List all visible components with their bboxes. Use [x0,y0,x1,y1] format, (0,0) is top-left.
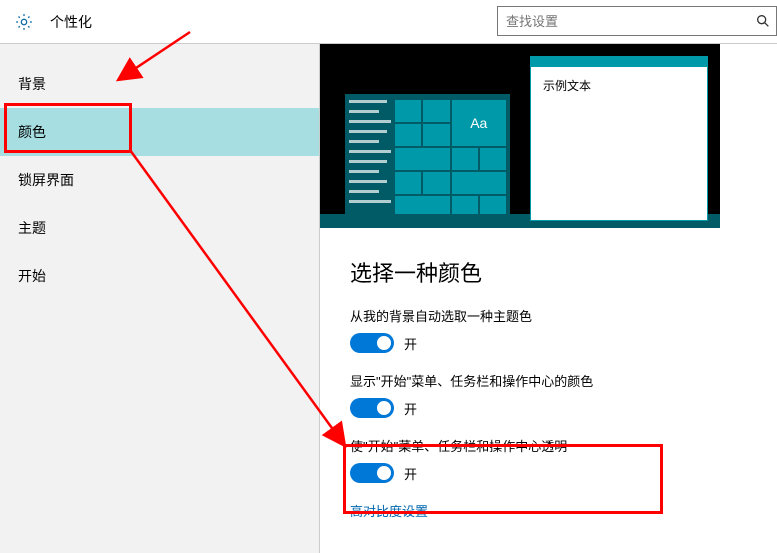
sidebar-item-lockscreen[interactable]: 锁屏界面 [0,156,319,204]
section-heading: 选择一种颜色 [350,256,777,288]
option-label: 从我的背景自动选取一种主题色 [350,306,777,325]
search-box[interactable] [497,6,777,36]
option-show-color: 显示"开始"菜单、任务栏和操作中心的颜色 开 [350,371,777,418]
toggle-state: 开 [404,399,417,418]
main-panel: Aa 示例文本 选择一种颜色 从我的背景自动选取一种主题色 开 [320,44,777,553]
sidebar-item-start[interactable]: 开始 [0,252,319,300]
preview-start-panel: Aa [345,94,510,228]
option-label: 使"开始"菜单、任务栏和操作中心透明 [350,436,777,455]
toggle-transparency[interactable] [350,463,394,483]
search-input[interactable] [497,6,777,36]
toggle-auto-accent[interactable] [350,333,394,353]
toggle-state: 开 [404,464,417,483]
color-preview: Aa 示例文本 [320,44,720,228]
sidebar-item-background[interactable]: 背景 [0,60,319,108]
sidebar: 背景 颜色 锁屏界面 主题 开始 [0,44,320,553]
toggle-state: 开 [404,334,417,353]
option-auto-accent: 从我的背景自动选取一种主题色 开 [350,306,777,353]
preview-tile-aa: Aa [452,100,507,146]
toggle-show-color[interactable] [350,398,394,418]
page-title: 个性化 [50,12,92,32]
high-contrast-link[interactable]: 高对比度设置 [350,501,777,520]
gear-icon [14,12,34,32]
search-icon [755,13,771,29]
preview-window: 示例文本 [530,56,708,221]
sidebar-item-theme[interactable]: 主题 [0,204,319,252]
header: 个性化 [0,0,777,44]
preview-sample-text: 示例文本 [531,67,707,104]
option-label: 显示"开始"菜单、任务栏和操作中心的颜色 [350,371,777,390]
sidebar-item-color[interactable]: 颜色 [0,108,319,156]
option-transparency: 使"开始"菜单、任务栏和操作中心透明 开 [350,436,777,483]
